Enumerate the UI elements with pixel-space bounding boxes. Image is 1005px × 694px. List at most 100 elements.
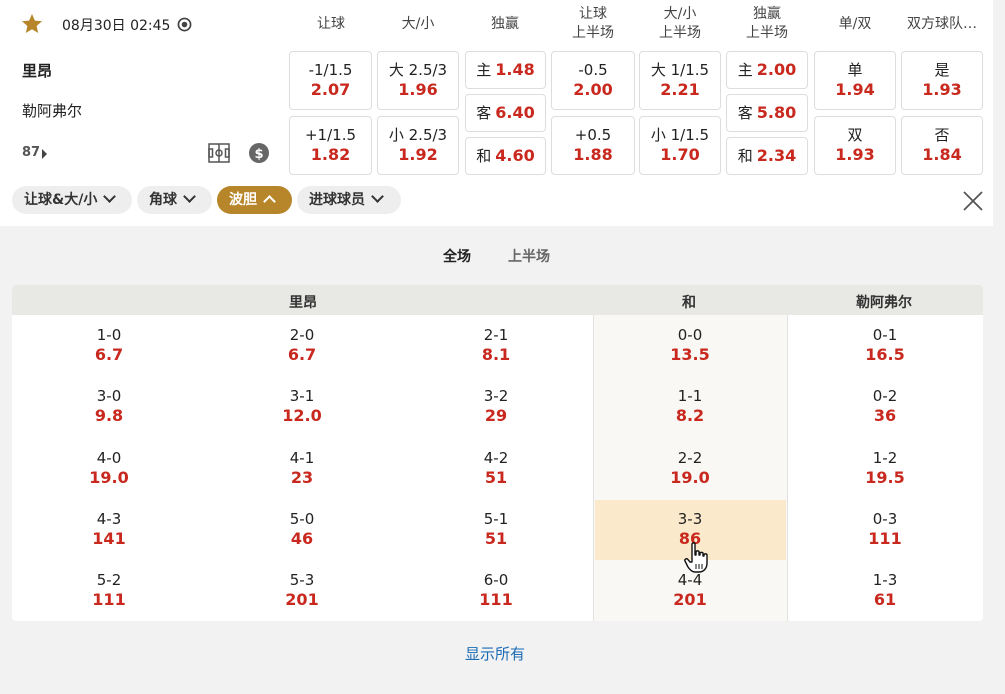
markets-count[interactable]: 87 [22, 145, 40, 160]
grid-header: 里昂 和 勒阿弗尔 [12, 285, 983, 315]
odds-value: 1.93 [835, 145, 875, 164]
show-all-link[interactable]: 显示所有 [465, 643, 525, 664]
close-icon[interactable] [962, 190, 984, 212]
star-icon[interactable] [20, 12, 44, 36]
odds-value: 2.34 [756, 146, 797, 165]
odds-label: 双 [847, 126, 863, 144]
odds-cell-under[interactable]: 小 2.5/3 1.92 [377, 116, 459, 175]
score-cell[interactable]: 4-2 51 [456, 449, 536, 487]
tab-full-time[interactable]: 全场 [443, 246, 471, 266]
score-label: 0-2 [872, 387, 898, 405]
odds-cell-handicap-away[interactable]: +1/1.5 1.82 [289, 116, 372, 175]
score-label: 2-0 [289, 326, 315, 344]
score-odds: 19.0 [89, 468, 129, 487]
score-cell[interactable]: 5-0 46 [262, 510, 342, 548]
odds-cell-btts-no[interactable]: 否 1.84 [901, 116, 983, 175]
score-cell[interactable]: 6-0 111 [456, 571, 536, 609]
score-cell[interactable]: 0-0 13.5 [650, 326, 730, 364]
col-header-overunder: 大/小 [401, 16, 435, 32]
odds-cell-moneyline-home[interactable]: 主 1.48 [465, 51, 546, 89]
score-cell[interactable]: 4-3 141 [69, 510, 149, 548]
score-odds: 111 [479, 590, 513, 609]
tag-corners[interactable]: 角球 [137, 186, 212, 214]
odds-value: 1.84 [922, 145, 962, 164]
odds-cell-moneyline-away[interactable]: 客 6.40 [465, 94, 546, 132]
tag-label: 进球球员 [309, 192, 365, 208]
score-cell[interactable]: 2-1 8.1 [456, 326, 536, 364]
odds-label: 小 2.5/3 [388, 126, 448, 144]
tag-goal-scorers[interactable]: 进球球员 [297, 186, 401, 214]
score-odds: 51 [484, 529, 508, 548]
odds-label: +1/1.5 [304, 126, 357, 144]
score-cell[interactable]: 5-3 201 [262, 571, 342, 609]
odds-cell-moneyline-1h-away[interactable]: 客 5.80 [726, 94, 808, 132]
odds-cell-handicap-home[interactable]: -1/1.5 2.07 [289, 51, 372, 110]
caret-right-icon[interactable] [42, 149, 47, 159]
odds-cell-moneyline-1h-draw[interactable]: 和 2.34 [726, 137, 808, 175]
odds-cell-handicap-1h-away[interactable]: +0.5 1.88 [551, 116, 635, 175]
odds-cell-even[interactable]: 双 1.93 [814, 116, 896, 175]
score-odds: 12.0 [282, 406, 322, 425]
odds-value: 1.88 [573, 145, 613, 164]
score-cell[interactable]: 1-3 61 [845, 571, 925, 609]
score-cell[interactable]: 0-2 36 [845, 387, 925, 425]
odds-label: 和 [476, 147, 492, 165]
col-header-btts: 双方球队… [907, 16, 977, 32]
odds-value: 2.07 [310, 80, 351, 99]
score-odds: 61 [873, 590, 897, 609]
score-cell[interactable]: 1-0 6.7 [69, 326, 149, 364]
tag-handicap-overunder[interactable]: 让球&大/小 [12, 186, 132, 214]
score-label: 4-2 [483, 449, 509, 467]
tag-label: 波胆 [229, 192, 257, 208]
score-odds: 23 [290, 468, 314, 487]
score-cell[interactable]: 0-1 16.5 [845, 326, 925, 364]
odds-cell-odd[interactable]: 单 1.94 [814, 51, 896, 110]
score-odds: 9.8 [94, 406, 124, 425]
score-cell[interactable]: 5-2 111 [69, 571, 149, 609]
odds-cell-btts-yes[interactable]: 是 1.93 [901, 51, 983, 110]
score-label: 0-0 [677, 326, 703, 344]
score-cell[interactable]: 3-0 9.8 [69, 387, 149, 425]
score-odds: 51 [484, 468, 508, 487]
score-label: 3-0 [96, 387, 122, 405]
score-cell[interactable]: 4-4 201 [650, 571, 730, 609]
score-odds: 111 [868, 529, 902, 548]
score-cell[interactable]: 3-2 29 [456, 387, 536, 425]
score-cell[interactable]: 2-2 19.0 [650, 449, 730, 487]
col-header-handicap-1h: 让球 上半场 [572, 6, 614, 41]
score-label: 3-2 [483, 387, 509, 405]
col-header-moneyline-1h: 独赢 上半场 [746, 6, 788, 41]
chevron-up-icon [263, 195, 276, 208]
score-odds: 8.1 [481, 345, 511, 364]
score-label: 0-3 [872, 510, 898, 528]
score-odds: 13.5 [670, 345, 710, 364]
odds-cell-under-1h[interactable]: 小 1/1.5 1.70 [639, 116, 721, 175]
score-cell[interactable]: 4-0 19.0 [69, 449, 149, 487]
tab-first-half[interactable]: 上半场 [508, 246, 550, 266]
dollar-icon[interactable]: $ [249, 143, 269, 163]
odds-label: -1/1.5 [308, 61, 353, 79]
score-cell[interactable]: 2-0 6.7 [262, 326, 342, 364]
odds-value: 4.60 [495, 146, 535, 165]
odds-cell-moneyline-draw[interactable]: 和 4.60 [465, 137, 546, 175]
score-odds: 19.0 [670, 468, 710, 487]
score-odds: 6.7 [287, 345, 317, 364]
score-cell[interactable]: 1-1 8.2 [650, 387, 730, 425]
odds-label: 是 [934, 61, 950, 79]
hand-cursor-icon [684, 542, 708, 573]
tag-correct-score[interactable]: 波胆 [217, 186, 292, 214]
score-cell[interactable]: 3-1 12.0 [262, 387, 342, 425]
score-label: 3-3 [677, 510, 703, 528]
pitch-icon[interactable] [208, 143, 230, 163]
odds-cell-moneyline-1h-home[interactable]: 主 2.00 [726, 51, 808, 89]
match-datetime: 08月30日 02:45 [62, 18, 171, 34]
odds-cell-over-1h[interactable]: 大 1/1.5 2.21 [639, 51, 721, 110]
score-cell[interactable]: 1-2 19.5 [845, 449, 925, 487]
odds-cell-handicap-1h-home[interactable]: -0.5 2.00 [551, 51, 635, 110]
score-cell[interactable]: 5-1 51 [456, 510, 536, 548]
odds-value: 1.93 [922, 80, 962, 99]
score-cell[interactable]: 4-1 23 [262, 449, 342, 487]
odds-cell-over[interactable]: 大 2.5/3 1.96 [377, 51, 459, 110]
odds-label: 主 [476, 61, 492, 79]
score-cell[interactable]: 0-3 111 [845, 510, 925, 548]
